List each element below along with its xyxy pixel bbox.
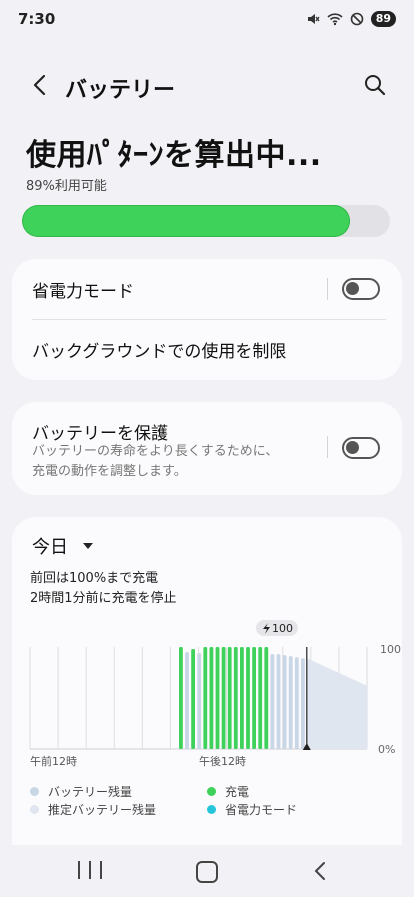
toggle-knob bbox=[346, 441, 359, 454]
search-icon bbox=[365, 75, 386, 96]
protect-desc-line1: バッテリーの寿命をより長くするために、 bbox=[32, 444, 279, 459]
charging-bar bbox=[191, 649, 195, 749]
legend-swatch bbox=[30, 805, 39, 814]
charging-bar bbox=[227, 647, 232, 749]
back-button[interactable] bbox=[24, 70, 54, 100]
legend-swatch bbox=[207, 787, 216, 796]
y-axis-top-label: 100 bbox=[380, 643, 401, 656]
charging-bar bbox=[209, 647, 214, 749]
charging-bar bbox=[252, 647, 256, 749]
remaining-bar bbox=[301, 658, 305, 749]
charging-bar bbox=[221, 647, 226, 749]
row-divider bbox=[327, 278, 328, 300]
remaining-bar bbox=[294, 657, 299, 749]
x-axis-start-label: 午前12時 bbox=[30, 754, 77, 768]
legend-label: バッテリー残量 bbox=[48, 785, 133, 799]
legend-charging: 充電 bbox=[207, 783, 249, 800]
power-saving-row[interactable]: 省電力モード bbox=[32, 259, 384, 319]
remaining-bar bbox=[276, 654, 281, 749]
legend-label: 充電 bbox=[225, 785, 250, 799]
dropdown-arrow-icon bbox=[83, 543, 93, 549]
legend-swatch bbox=[30, 787, 39, 796]
charging-bar bbox=[246, 647, 250, 749]
usage-card: 今日 前回は100%まで充電 2時間1分前に充電を停止 100 100 0% 午前12… bbox=[12, 517, 402, 852]
power-saving-label: 省電力モード bbox=[32, 281, 134, 302]
legend-label: 省電力モード bbox=[225, 803, 298, 817]
available-percent: 89%利用可能 bbox=[26, 179, 107, 194]
battery-usage-chart: 100 100 0% 午前12時 午後12時 bbox=[29, 620, 401, 768]
legend-swatch bbox=[207, 805, 216, 814]
nav-back-icon[interactable] bbox=[314, 861, 326, 881]
power-saving-toggle[interactable] bbox=[342, 278, 380, 300]
y-axis-bottom-label: 0% bbox=[378, 743, 395, 756]
legend-label: 推定バッテリー残量 bbox=[48, 803, 157, 817]
protect-desc-line2: 充電の動作を調整します。 bbox=[32, 464, 187, 479]
dnd-icon bbox=[350, 12, 363, 26]
home-icon[interactable] bbox=[196, 861, 218, 883]
charge-peak-value: 100 bbox=[272, 622, 293, 635]
battery-level-badge: 89 bbox=[370, 11, 396, 27]
battery-protect-card[interactable]: バッテリーを保護 バッテリーの寿命をより長くするために、 充電の動作を調整します… bbox=[12, 402, 402, 495]
legend-saving: 省電力モード bbox=[207, 801, 297, 818]
remaining-bar bbox=[185, 652, 189, 749]
back-arrow-icon bbox=[33, 74, 46, 96]
battery-progress-bar bbox=[22, 205, 390, 237]
remaining-bar bbox=[270, 654, 275, 749]
remaining-bar bbox=[282, 655, 287, 749]
recents-icon[interactable] bbox=[78, 861, 102, 881]
toggle-knob bbox=[346, 282, 359, 295]
charging-bar bbox=[179, 647, 183, 749]
charging-bar bbox=[233, 647, 238, 749]
period-label: 今日 bbox=[32, 537, 68, 558]
background-limit-row[interactable]: バックグラウンドでの使用を制限 bbox=[32, 320, 384, 378]
page-title: バッテリー bbox=[65, 78, 176, 103]
period-dropdown[interactable]: 今日 bbox=[32, 533, 94, 559]
protect-title: バッテリーを保護 bbox=[32, 424, 168, 444]
charging-bar bbox=[203, 647, 208, 749]
x-axis-mid-label: 午後12時 bbox=[199, 754, 246, 768]
row-divider bbox=[327, 436, 328, 458]
protect-toggle[interactable] bbox=[342, 437, 380, 459]
charging-bar bbox=[240, 647, 244, 749]
search-button[interactable] bbox=[360, 70, 390, 100]
power-settings-card: 省電力モード バックグラウンドでの使用を制限 bbox=[12, 259, 402, 380]
remaining-bar bbox=[197, 653, 202, 749]
status-icons: 89 bbox=[306, 11, 396, 27]
mute-icon bbox=[307, 14, 320, 24]
last-charge-text: 前回は100%まで充電 bbox=[30, 571, 159, 586]
estimated-area bbox=[306, 658, 367, 749]
status-time: 7:30 bbox=[18, 10, 56, 28]
charging-bar bbox=[264, 647, 269, 749]
wifi-icon bbox=[327, 13, 343, 26]
legend-estimated: 推定バッテリー残量 bbox=[30, 801, 156, 818]
background-limit-label: バックグラウンドでの使用を制限 bbox=[32, 341, 287, 362]
battery-progress-fill bbox=[22, 205, 350, 237]
legend-remaining: バッテリー残量 bbox=[30, 783, 132, 800]
charging-bar bbox=[258, 647, 263, 749]
charge-stopped-text: 2時間1分前に充電を停止 bbox=[30, 591, 177, 606]
remaining-bar bbox=[288, 656, 293, 749]
navigation-bar bbox=[0, 845, 414, 897]
usage-pattern-title: 使用ﾊﾟﾀｰﾝを算出中... bbox=[26, 138, 322, 173]
charging-bar bbox=[215, 647, 220, 749]
